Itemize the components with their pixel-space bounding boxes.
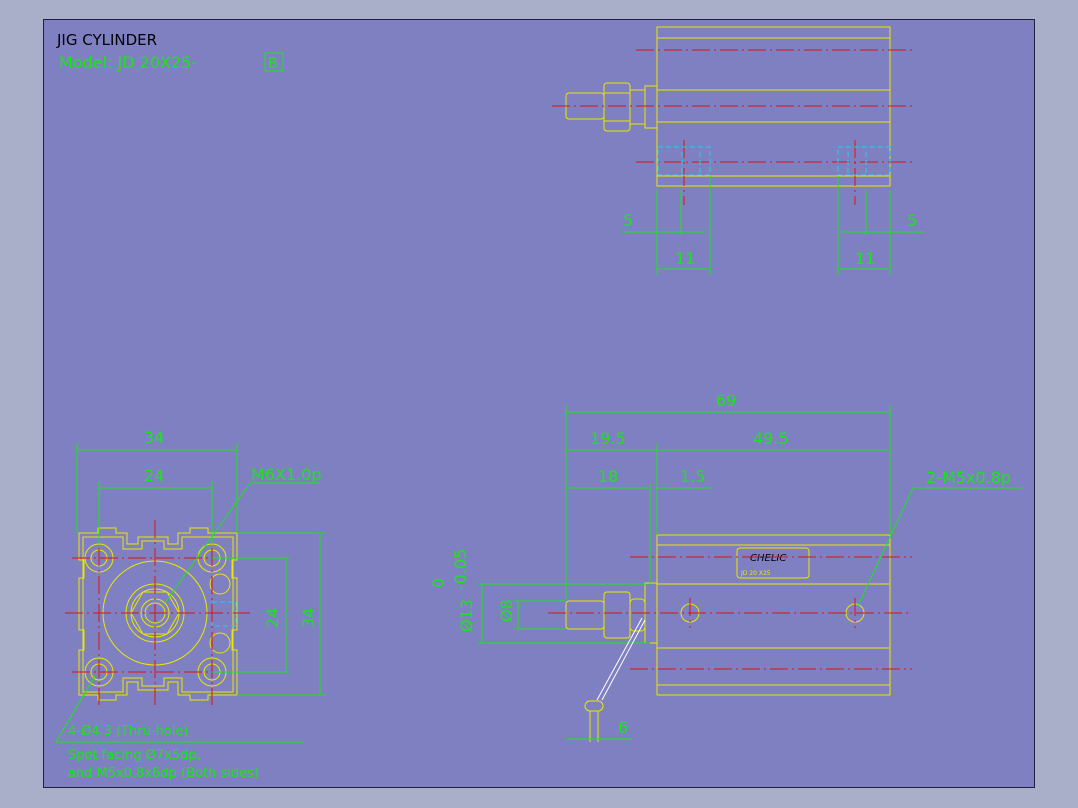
dim-end-height-34: 34: [299, 608, 318, 628]
port-label: 2-M5x0.8p: [926, 468, 1011, 487]
dim-overall-69: 69: [716, 391, 736, 410]
side-view: CHELIC JD 20 X25 69 19.5 49.5 18 1.5 2-M…: [429, 391, 1022, 742]
thread-label: M6X1.0p: [251, 465, 322, 484]
side-rod-nut: [603, 591, 631, 639]
top-view: 5 11 5 11: [552, 26, 924, 275]
dim-18: 18: [598, 467, 618, 486]
hole-label: 4-Ø4.3 (Thru-hole): [68, 724, 188, 739]
dim-boss-diameter: Ø13: [457, 599, 476, 632]
end-view: 34 24 24 34 M6X1.0p 4-Ø4.3 (Thru-hole) S…: [55, 428, 326, 781]
model-label: Model: JD 20X25-: [59, 53, 197, 72]
dim-rod-diameter: Ø8: [497, 599, 516, 622]
note-line-1: Spot facing Ø7x5dp,: [68, 748, 201, 763]
dim-49-5: 49.5: [753, 429, 789, 448]
note-line-2: and M5x0.8x6dp (Both sides): [68, 766, 259, 781]
cad-drawing: JIG CYLINDER Model: JD 20X25- B 5 11 5 1…: [55, 26, 1022, 781]
tolerance-upper: 0: [429, 578, 448, 588]
dim-top-5-right: 5: [907, 211, 917, 230]
dim-end-height-24: 24: [263, 608, 282, 628]
dim-end-34: 34: [144, 428, 164, 447]
drawing-title: JIG CYLINDER: [56, 31, 157, 49]
dim-top-5-left: 5: [623, 211, 633, 230]
dim-1-5: 1.5: [680, 467, 705, 486]
brand-sub: JD 20 X25: [740, 570, 771, 577]
dim-top-11-right: 11: [855, 249, 875, 268]
dim-6: 6: [618, 718, 628, 737]
top-rod-nut: [603, 82, 631, 132]
tolerance-lower: -0.05: [451, 549, 470, 590]
dim-end-24: 24: [144, 466, 164, 485]
dim-top-11-left: 11: [675, 249, 695, 268]
side-rod-end: [565, 600, 605, 630]
brand-label: CHELIC: [750, 553, 786, 564]
model-suffix: B: [268, 56, 278, 72]
dim-19-5: 19.5: [590, 429, 626, 448]
